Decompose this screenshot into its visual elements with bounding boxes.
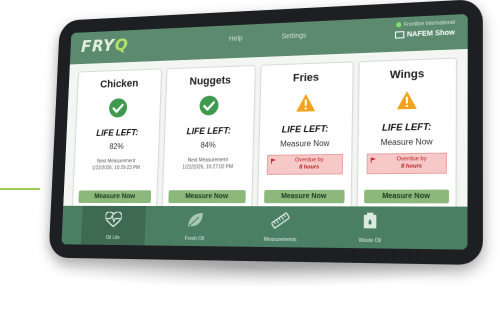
card-title: Fries <box>292 71 320 85</box>
fryer-cards: Chicken LIFE LEFT: 82% Next Measurement 1… <box>71 57 457 211</box>
bottom-nav: Oil Life Fresh Oil Measurements Waste Oi… <box>61 205 468 250</box>
next-measurement: Next Measurement 1/22/2026, 10:27:02 PM <box>182 157 234 171</box>
life-left-label: LIFE LEFT: <box>381 121 432 133</box>
tab-waste-oil[interactable]: Waste Oil <box>333 206 407 248</box>
overdue-badge: Overdue by 8 hours <box>266 153 343 175</box>
life-left-value: 82% <box>109 142 124 151</box>
monitor-icon <box>394 31 404 39</box>
card-chicken: Chicken LIFE LEFT: 82% Next Measurement 1… <box>71 68 163 210</box>
next-measurement: Next Measurement 1/22/2026, 10:29:23 PM <box>91 158 141 172</box>
ruler-icon <box>271 212 289 228</box>
card-title: Nuggets <box>189 74 232 88</box>
tablet-frame: FRYQ Help Settings Frontline Internation… <box>48 0 483 266</box>
flag-icon <box>270 158 276 164</box>
measure-now-button[interactable]: Measure Now <box>78 190 152 204</box>
waste-container-icon <box>363 212 377 229</box>
card-nuggets: Nuggets LIFE LEFT: 84% Next Measurement 1… <box>161 65 256 211</box>
check-circle-icon <box>108 98 128 118</box>
help-link[interactable]: Help <box>229 35 243 42</box>
warning-icon <box>396 90 417 110</box>
status-area: Frontline International NAFEM Show <box>394 20 455 39</box>
life-left-value: 84% <box>200 140 216 150</box>
measure-now-button[interactable]: Measure Now <box>263 189 345 204</box>
card-title: Wings <box>389 68 425 82</box>
tab-measurements[interactable]: Measurements <box>245 206 316 247</box>
flag-icon <box>370 157 376 163</box>
tab-oil-life[interactable]: Oil Life <box>80 205 146 246</box>
leaf-icon <box>186 213 203 228</box>
life-left-label: LIFE LEFT: <box>281 123 329 135</box>
tablet-screen: FRYQ Help Settings Frontline Internation… <box>61 13 468 250</box>
decorative-line <box>0 188 40 190</box>
measure-now-button[interactable]: Measure Now <box>168 190 246 204</box>
org-name: Frontline International <box>395 20 455 29</box>
tab-fresh-oil[interactable]: Fresh Oil <box>161 206 229 246</box>
top-bar: FRYQ Help Settings Frontline Internation… <box>69 13 468 65</box>
life-left-label: LIFE LEFT: <box>96 127 139 138</box>
life-left-value: Measure Now <box>380 137 433 148</box>
heartbeat-icon <box>105 212 122 228</box>
show-name: NAFEM Show <box>394 29 455 39</box>
overdue-badge: Overdue by 8 hours <box>366 152 447 175</box>
life-left-value: Measure Now <box>280 138 330 149</box>
card-fries: Fries LIFE LEFT: Measure Now Overdue by 8… <box>256 61 354 211</box>
online-dot-icon <box>395 22 401 28</box>
settings-link[interactable]: Settings <box>282 33 307 41</box>
check-circle-icon <box>199 95 220 116</box>
fryq-logo: FRYQ <box>80 35 129 57</box>
measure-now-button[interactable]: Measure Now <box>363 189 450 204</box>
card-title: Chicken <box>99 77 139 91</box>
card-wings: Wings LIFE LEFT: Measure Now Overdue by 8… <box>356 57 457 211</box>
warning-icon <box>295 93 316 112</box>
life-left-label: LIFE LEFT: <box>186 125 231 137</box>
